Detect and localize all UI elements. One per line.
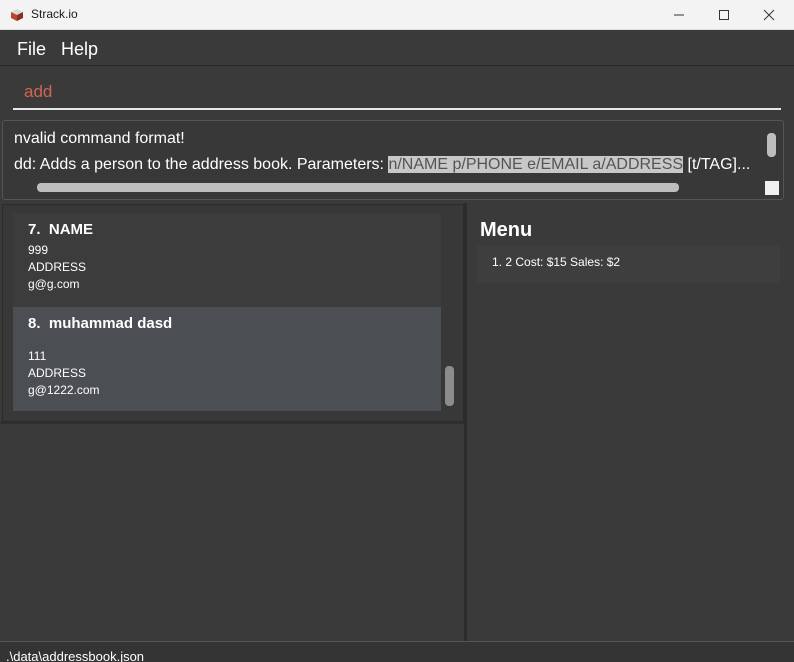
usage-suffix: [t/TAG]... [683,156,751,173]
person-email: g@g.com [28,277,80,291]
close-button[interactable] [746,0,792,30]
person-name: 7. NAME [28,221,93,238]
menu-item-text: 1. 2 Cost: $15 Sales: $2 [492,255,621,269]
menu-help[interactable]: Help [61,39,98,60]
person-card-selected[interactable]: 8. muhammad dasd 111 ADDRESS g@1222.com [13,307,441,411]
maximize-button[interactable] [701,0,747,30]
result-usage-line: dd: Adds a person to the address book. P… [14,156,750,174]
minimize-button[interactable] [656,0,702,30]
menu-list-item[interactable]: 1. 2 Cost: $15 Sales: $2 [477,246,780,283]
status-bar: .\data\addressbook.json [0,641,794,662]
person-name-text: NAME [48,221,94,238]
menu-panel: Menu 1. 2 Cost: $15 Sales: $2 [467,203,794,641]
usage-prefix: dd: Adds a person to the address book. P… [14,156,389,173]
close-icon [763,9,775,21]
minimize-icon [674,14,684,16]
list-scrollbar[interactable] [445,366,454,406]
menu-panel-title: Menu [480,219,533,241]
result-horizontal-scrollbar[interactable] [37,183,679,192]
window-title: Strack.io [31,7,78,21]
result-error-line: nvalid command format! [14,130,185,147]
result-vertical-scrollbar[interactable] [767,133,776,157]
person-name-text: muhammad dasd [48,315,173,332]
usage-highlight: n/NAME p/PHONE e/EMAIL a/ADDRESS [388,156,684,173]
title-bar: Strack.io [0,0,794,30]
person-phone: 999 [28,243,49,257]
app-icon [10,8,24,22]
command-input[interactable] [13,76,781,110]
person-address: ADDRESS [28,260,87,274]
scroll-corner [765,181,779,195]
person-phone: 111 [28,349,47,363]
person-index: 7. [28,221,41,238]
person-name: 8. muhammad dasd [28,315,172,332]
menu-bar: File Help [0,31,794,66]
result-display[interactable]: nvalid command format! dd: Adds a person… [2,120,784,200]
person-address: ADDRESS [28,366,87,380]
person-card[interactable]: 7. NAME 999 ADDRESS g@g.com [13,213,441,317]
list-bottom-divider [0,422,464,424]
save-location: .\data\addressbook.json [6,649,145,662]
result-display-area: nvalid command format! dd: Adds a person… [0,118,794,202]
person-list[interactable]: 7. NAME 999 ADDRESS g@g.com 8. muhammad … [2,204,464,422]
command-box [0,66,794,118]
person-index: 8. [28,315,41,332]
maximize-icon [719,10,729,20]
menu-file[interactable]: File [17,39,46,60]
person-email: g@1222.com [28,383,100,397]
